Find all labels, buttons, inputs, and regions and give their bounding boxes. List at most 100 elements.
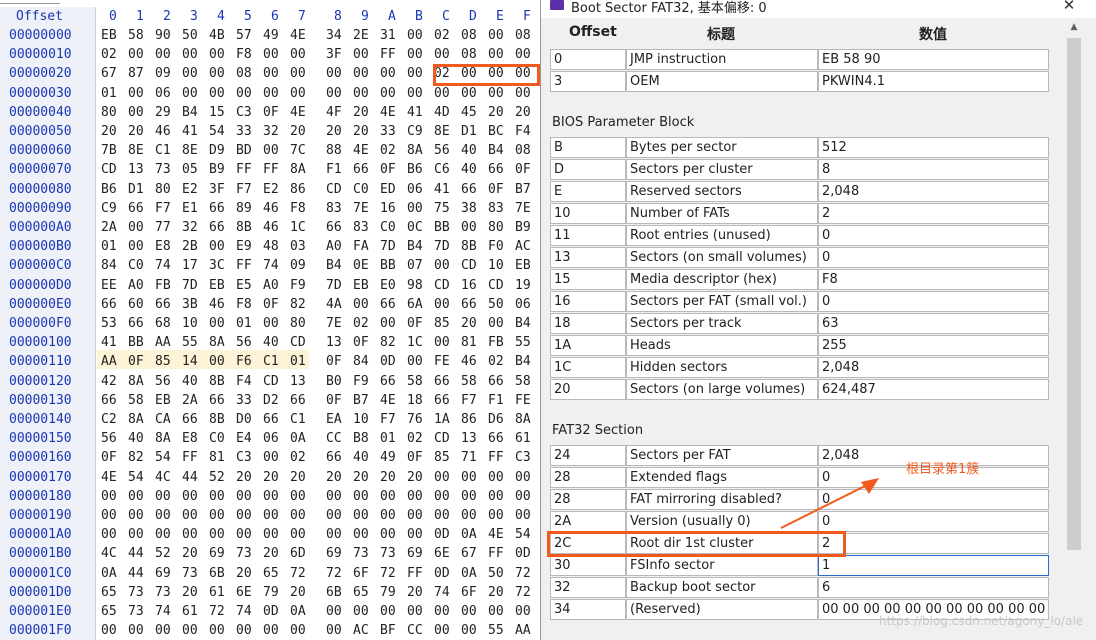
hex-byte[interactable]: 00 bbox=[155, 621, 171, 640]
hex-byte[interactable]: E2 bbox=[263, 180, 279, 199]
hex-byte[interactable]: AA bbox=[515, 621, 531, 640]
hex-byte[interactable]: 86 bbox=[290, 180, 306, 199]
hex-byte[interactable]: 00 bbox=[326, 621, 342, 640]
hex-byte[interactable]: 00 bbox=[434, 506, 450, 525]
hex-byte[interactable]: 66 bbox=[128, 314, 144, 333]
hex-byte[interactable]: FF bbox=[380, 45, 396, 64]
hex-byte[interactable]: 66 bbox=[326, 218, 342, 237]
hex-byte[interactable]: 0A bbox=[290, 602, 306, 621]
hex-byte[interactable]: 79 bbox=[380, 583, 396, 602]
hex-byte[interactable]: 0F bbox=[263, 103, 279, 122]
field-row[interactable]: 16 Sectors per FAT (small vol.) 0 bbox=[550, 291, 1049, 313]
hex-byte[interactable]: 0F bbox=[488, 180, 504, 199]
hex-byte[interactable]: 00 bbox=[182, 45, 198, 64]
hex-byte[interactable]: 73 bbox=[155, 583, 171, 602]
hex-byte[interactable]: 00 bbox=[407, 64, 423, 83]
hex-byte[interactable]: 20 bbox=[353, 103, 369, 122]
hex-byte[interactable]: 00 bbox=[461, 621, 477, 640]
hex-byte[interactable]: 66 bbox=[353, 160, 369, 179]
hex-byte[interactable]: 00 bbox=[407, 199, 423, 218]
hex-byte[interactable]: 4B bbox=[209, 26, 225, 45]
hex-byte[interactable]: 58 bbox=[461, 372, 477, 391]
hex-byte[interactable]: 00 bbox=[380, 314, 396, 333]
hex-byte[interactable]: F0 bbox=[488, 237, 504, 256]
hex-byte[interactable]: 00 bbox=[461, 84, 477, 103]
hex-byte[interactable]: 00 bbox=[101, 525, 117, 544]
hex-byte[interactable]: B7 bbox=[353, 391, 369, 410]
hex-byte[interactable]: 0F bbox=[326, 391, 342, 410]
hex-byte[interactable]: CC bbox=[326, 429, 342, 448]
hex-byte[interactable]: B0 bbox=[326, 372, 342, 391]
hex-byte[interactable]: 02 bbox=[488, 352, 504, 371]
hex-byte[interactable]: 33 bbox=[236, 122, 252, 141]
hex-byte[interactable]: B6 bbox=[101, 180, 117, 199]
hex-byte[interactable]: A0 bbox=[128, 276, 144, 295]
hex-byte[interactable]: 4C bbox=[155, 468, 171, 487]
hex-byte[interactable]: 2B bbox=[182, 237, 198, 256]
hex-byte[interactable]: 40 bbox=[461, 160, 477, 179]
hex-byte[interactable]: 66 bbox=[290, 391, 306, 410]
hex-byte[interactable]: 85 bbox=[155, 352, 171, 371]
hex-byte[interactable]: 80 bbox=[488, 218, 504, 237]
hex-byte[interactable]: 01 bbox=[380, 429, 396, 448]
hex-byte[interactable]: 20 bbox=[263, 468, 279, 487]
hex-byte[interactable]: 1C bbox=[290, 218, 306, 237]
hex-byte[interactable]: 00 bbox=[263, 506, 279, 525]
hex-byte[interactable]: 00 bbox=[380, 525, 396, 544]
hex-byte[interactable]: 00 bbox=[182, 487, 198, 506]
hex-byte[interactable]: 81 bbox=[209, 448, 225, 467]
hex-byte[interactable]: 00 bbox=[461, 506, 477, 525]
hex-byte[interactable]: 52 bbox=[155, 544, 171, 563]
hex-byte[interactable]: AC bbox=[515, 237, 531, 256]
hex-byte[interactable]: 61 bbox=[209, 583, 225, 602]
hex-byte[interactable]: 66 bbox=[155, 295, 171, 314]
hex-byte[interactable]: 20 bbox=[290, 468, 306, 487]
hex-byte[interactable]: 20 bbox=[236, 468, 252, 487]
field-value[interactable]: 63 bbox=[818, 313, 1049, 334]
hex-byte[interactable]: 00 bbox=[434, 45, 450, 64]
hex-byte[interactable]: 09 bbox=[155, 64, 171, 83]
hex-byte[interactable]: FE bbox=[515, 391, 531, 410]
hex-byte[interactable]: D6 bbox=[488, 410, 504, 429]
hex-byte[interactable]: C1 bbox=[155, 141, 171, 160]
close-button[interactable]: ✕ bbox=[1054, 0, 1084, 16]
hex-byte[interactable]: 4E bbox=[290, 26, 306, 45]
hex-byte[interactable]: 00 bbox=[182, 506, 198, 525]
hex-byte[interactable]: 8E bbox=[182, 141, 198, 160]
hex-byte[interactable]: 00 bbox=[290, 621, 306, 640]
hex-byte[interactable]: 00 bbox=[488, 487, 504, 506]
hex-byte[interactable]: C3 bbox=[515, 448, 531, 467]
hex-byte[interactable]: 00 bbox=[128, 237, 144, 256]
hex-byte[interactable]: 13 bbox=[326, 333, 342, 352]
hex-byte[interactable]: 50 bbox=[488, 295, 504, 314]
hex-byte[interactable]: 08 bbox=[461, 45, 477, 64]
hex-byte[interactable]: 00 bbox=[434, 621, 450, 640]
field-row[interactable]: 11 Root entries (unused) 0 bbox=[550, 225, 1049, 247]
hex-byte[interactable]: 66 bbox=[101, 295, 117, 314]
hex-byte[interactable]: 20 bbox=[407, 468, 423, 487]
hex-byte[interactable]: 2A bbox=[182, 391, 198, 410]
hex-byte[interactable]: 00 bbox=[155, 45, 171, 64]
hex-byte[interactable]: C2 bbox=[101, 410, 117, 429]
hex-byte[interactable]: 00 bbox=[326, 487, 342, 506]
hex-byte[interactable]: E2 bbox=[182, 180, 198, 199]
hex-byte[interactable]: 66 bbox=[434, 391, 450, 410]
hex-byte[interactable]: 44 bbox=[128, 544, 144, 563]
hex-byte[interactable]: 72 bbox=[326, 564, 342, 583]
hex-byte[interactable]: 0F bbox=[380, 160, 396, 179]
hex-byte[interactable]: 00 bbox=[263, 314, 279, 333]
field-value[interactable]: EB 58 90 bbox=[818, 49, 1049, 70]
hex-byte[interactable]: 10 bbox=[488, 256, 504, 275]
hex-byte[interactable]: 67 bbox=[101, 64, 117, 83]
hex-byte[interactable]: 34 bbox=[326, 26, 342, 45]
hex-byte[interactable]: 00 bbox=[155, 525, 171, 544]
hex-byte[interactable]: F8 bbox=[236, 295, 252, 314]
hex-byte[interactable]: C9 bbox=[101, 199, 117, 218]
hex-byte[interactable]: 54 bbox=[209, 122, 225, 141]
hex-byte[interactable]: 8E bbox=[434, 122, 450, 141]
hex-byte[interactable]: 08 bbox=[236, 64, 252, 83]
hex-byte[interactable]: 00 bbox=[182, 64, 198, 83]
hex-byte[interactable]: 00 bbox=[263, 448, 279, 467]
hex-byte[interactable]: 20 bbox=[263, 544, 279, 563]
hex-byte[interactable]: 00 bbox=[209, 314, 225, 333]
